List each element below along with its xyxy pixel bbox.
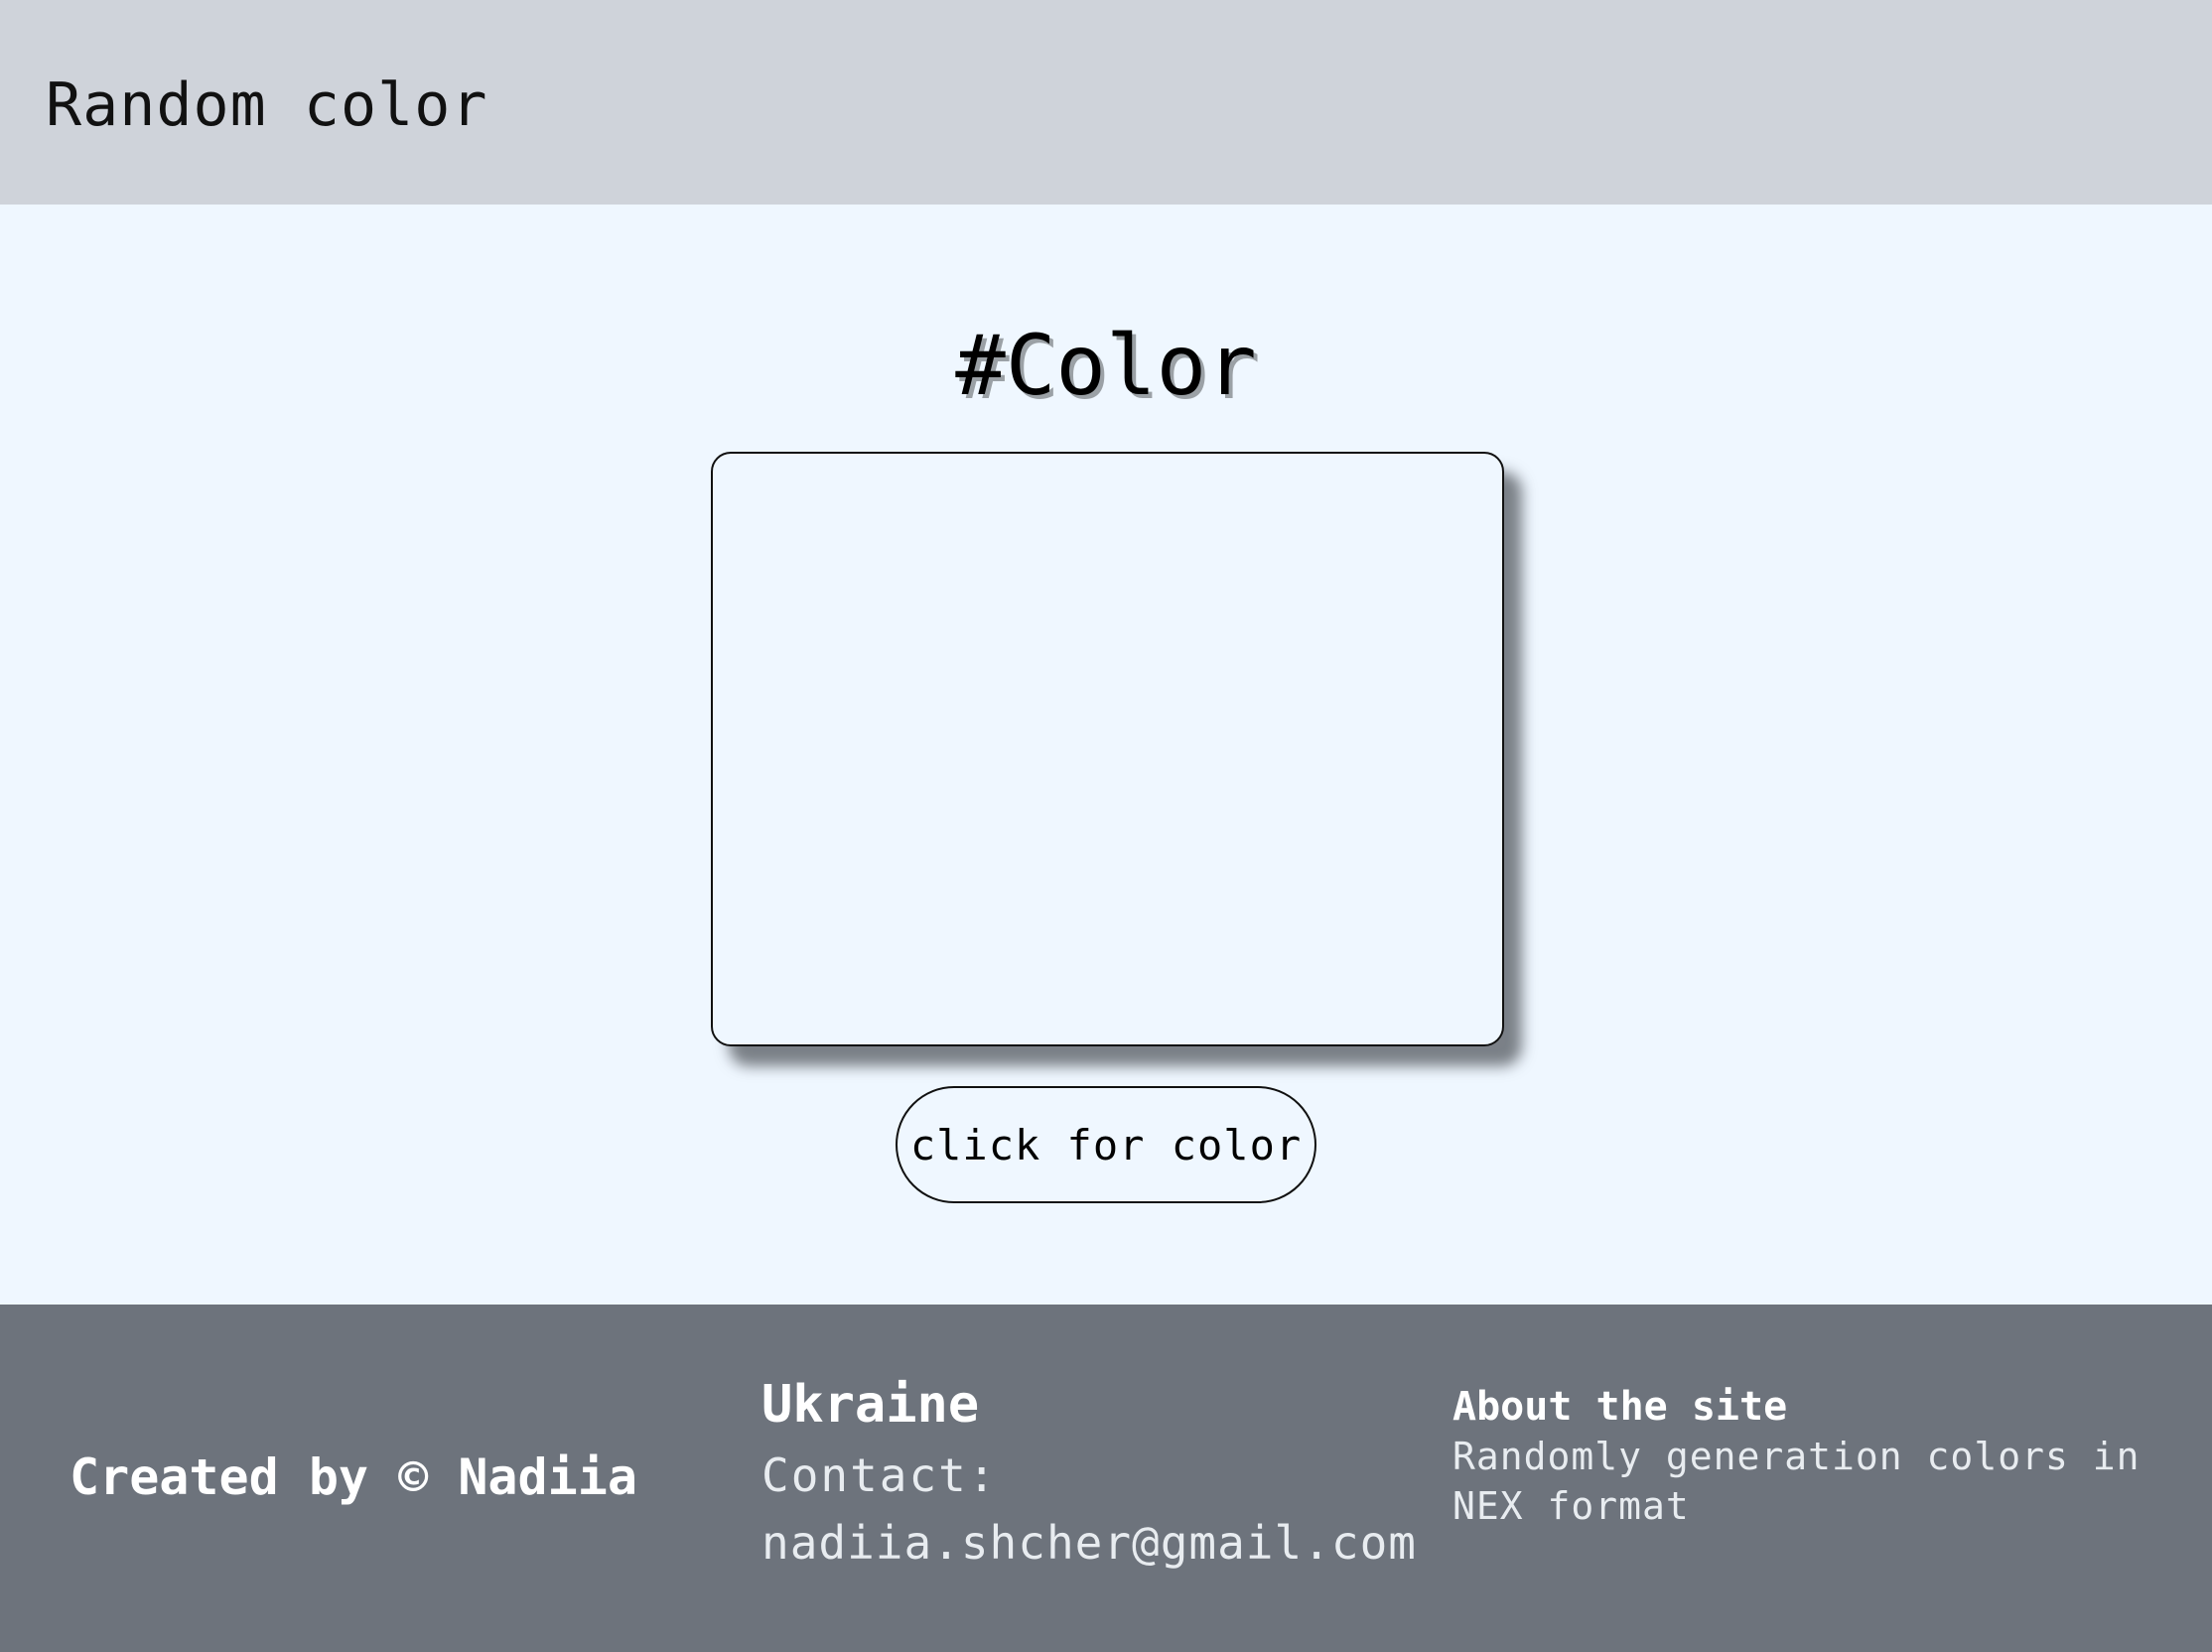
country-label: Ukraine xyxy=(761,1375,980,1435)
author-credit: Created by © Nadiia xyxy=(69,1448,637,1506)
site-footer: Created by © Nadiia Ukraine Contact: nad… xyxy=(0,1305,2212,1652)
color-code-heading: #Color xyxy=(955,317,1257,414)
about-section: About the site Randomly generation color… xyxy=(1452,1382,2147,1531)
contact-section: Ukraine Contact: nadiia.shcher@gmail.com xyxy=(761,1374,1417,1577)
about-description: Randomly generation colors in NEX format xyxy=(1452,1435,2141,1528)
color-preview-box xyxy=(711,452,1504,1046)
site-header: Random color xyxy=(0,0,2212,205)
main-content: #Color click for color xyxy=(0,205,2212,1305)
contact-label: Contact: xyxy=(761,1448,998,1502)
about-title: About the site xyxy=(1452,1384,1788,1430)
generate-color-button[interactable]: click for color xyxy=(896,1086,1316,1203)
contact-email: nadiia.shcher@gmail.com xyxy=(761,1516,1417,1570)
app-title: Random color xyxy=(46,70,488,140)
